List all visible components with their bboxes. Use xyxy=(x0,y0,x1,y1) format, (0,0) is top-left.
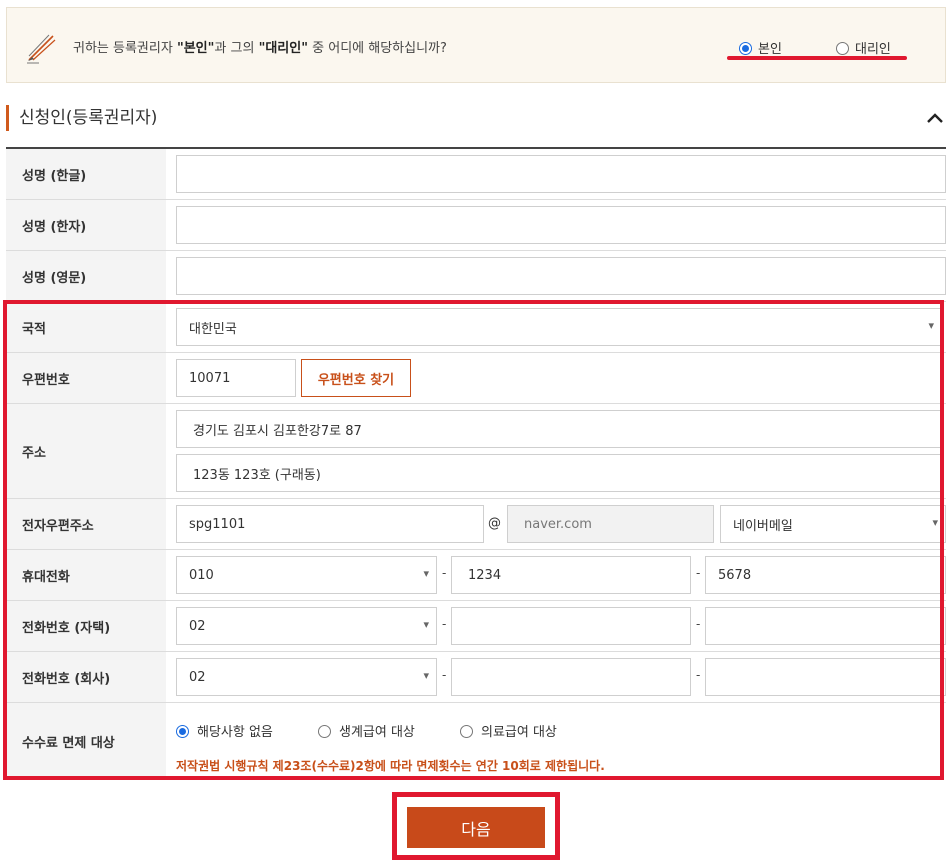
radio-selected-icon[interactable] xyxy=(739,41,752,55)
row-postal-code: 우편번호 10071 우편번호 찾기 xyxy=(6,353,946,404)
radio-unselected-icon[interactable] xyxy=(460,724,473,738)
radio-unselected-icon[interactable] xyxy=(318,724,331,738)
question-text: 귀하는 등록권리자 "본인"과 그의 "대리인" 중 어디에 해당하십니까? xyxy=(73,41,447,56)
mobile-prefix-select[interactable]: 010 xyxy=(176,556,437,594)
radio-agent[interactable]: 대리인 xyxy=(836,38,891,57)
radio-selected-icon[interactable] xyxy=(176,724,189,738)
next-button[interactable]: 다음 xyxy=(407,807,545,848)
applicant-type-question: 귀하는 등록권리자 "본인"과 그의 "대리인" 중 어디에 해당하십니까? 본… xyxy=(6,7,946,83)
home-prefix-select[interactable]: 02 xyxy=(176,607,437,645)
radio-fee-none[interactable]: 해당사항 없음 xyxy=(176,721,273,740)
work-middle-input[interactable] xyxy=(451,658,691,696)
row-name-korean: 성명 (한글) xyxy=(6,149,946,200)
row-fee-exemption: 수수료 면제 대상 해당사항 없음 생계급여 대상 의료급여 대상 저작권법 시… xyxy=(6,703,946,780)
work-last-input[interactable] xyxy=(705,658,946,696)
label-fee-exemption: 수수료 면제 대상 xyxy=(6,703,166,780)
radio-unselected-icon[interactable] xyxy=(836,41,849,55)
radio-self[interactable]: 본인 xyxy=(739,38,782,57)
row-name-english: 성명 (영문) xyxy=(6,251,946,302)
fee-exemption-note: 저작권법 시행규칙 제23조(수수료)2항에 따라 면제횟수는 연간 10회로 … xyxy=(176,759,605,773)
name-hanja-input[interactable] xyxy=(176,206,946,244)
mobile-middle-input[interactable]: 1234 xyxy=(451,556,691,594)
email-local-input[interactable]: spg1101 xyxy=(176,505,484,543)
highlight-underline xyxy=(727,56,907,60)
row-name-hanja: 성명 (한자) xyxy=(6,200,946,251)
section-title: 신청인(등록권리자) xyxy=(6,105,157,131)
find-postal-code-button[interactable]: 우편번호 찾기 xyxy=(301,359,411,397)
dash: - xyxy=(696,617,701,631)
name-korean-input[interactable] xyxy=(176,155,946,193)
label-address: 주소 xyxy=(6,404,166,498)
label-nationality: 국적 xyxy=(6,302,166,352)
row-work-phone: 전화번호 (회사) 02 - - xyxy=(6,652,946,703)
radio-fee-livelihood[interactable]: 생계급여 대상 xyxy=(318,721,415,740)
dash: - xyxy=(442,617,447,631)
dash: - xyxy=(696,668,701,682)
row-email: 전자우편주소 spg1101 @ naver.com 네이버메일 xyxy=(6,499,946,550)
name-english-input[interactable] xyxy=(176,257,946,295)
address-line2-input[interactable]: 123동 123호 (구래동) xyxy=(176,454,942,492)
radio-fee-medical[interactable]: 의료급여 대상 xyxy=(460,721,557,740)
email-domain-input[interactable]: naver.com xyxy=(507,505,714,543)
dash: - xyxy=(696,566,701,580)
label-email: 전자우편주소 xyxy=(6,499,166,549)
label-postal-code: 우편번호 xyxy=(6,353,166,403)
home-middle-input[interactable] xyxy=(451,607,691,645)
home-last-input[interactable] xyxy=(705,607,946,645)
label-name-english: 성명 (영문) xyxy=(6,251,166,301)
address-line1-input[interactable]: 경기도 김포시 김포한강7로 87 xyxy=(176,410,942,448)
postal-code-input[interactable]: 10071 xyxy=(176,359,296,397)
next-button-highlight: 다음 xyxy=(392,792,560,860)
label-name-korean: 성명 (한글) xyxy=(6,149,166,199)
email-provider-select[interactable]: 네이버메일 xyxy=(720,505,946,543)
label-home-phone: 전화번호 (자택) xyxy=(6,601,166,651)
row-mobile-phone: 휴대전화 010 - 1234 - 5678 xyxy=(6,550,946,601)
label-mobile-phone: 휴대전화 xyxy=(6,550,166,600)
dash: - xyxy=(442,668,447,682)
label-name-hanja: 성명 (한자) xyxy=(6,200,166,250)
at-sign: @ xyxy=(488,516,501,531)
label-work-phone: 전화번호 (회사) xyxy=(6,652,166,702)
nationality-select[interactable]: 대한민국 xyxy=(176,308,942,346)
row-nationality: 국적 대한민국 xyxy=(6,302,946,353)
row-home-phone: 전화번호 (자택) 02 - - xyxy=(6,601,946,652)
row-address: 주소 경기도 김포시 김포한강7로 87 123동 123호 (구래동) xyxy=(6,404,946,499)
work-prefix-select[interactable]: 02 xyxy=(176,658,437,696)
chevron-up-icon[interactable] xyxy=(926,111,944,125)
pen-icon xyxy=(27,34,56,64)
dash: - xyxy=(442,566,447,580)
mobile-last-input[interactable]: 5678 xyxy=(705,556,946,594)
